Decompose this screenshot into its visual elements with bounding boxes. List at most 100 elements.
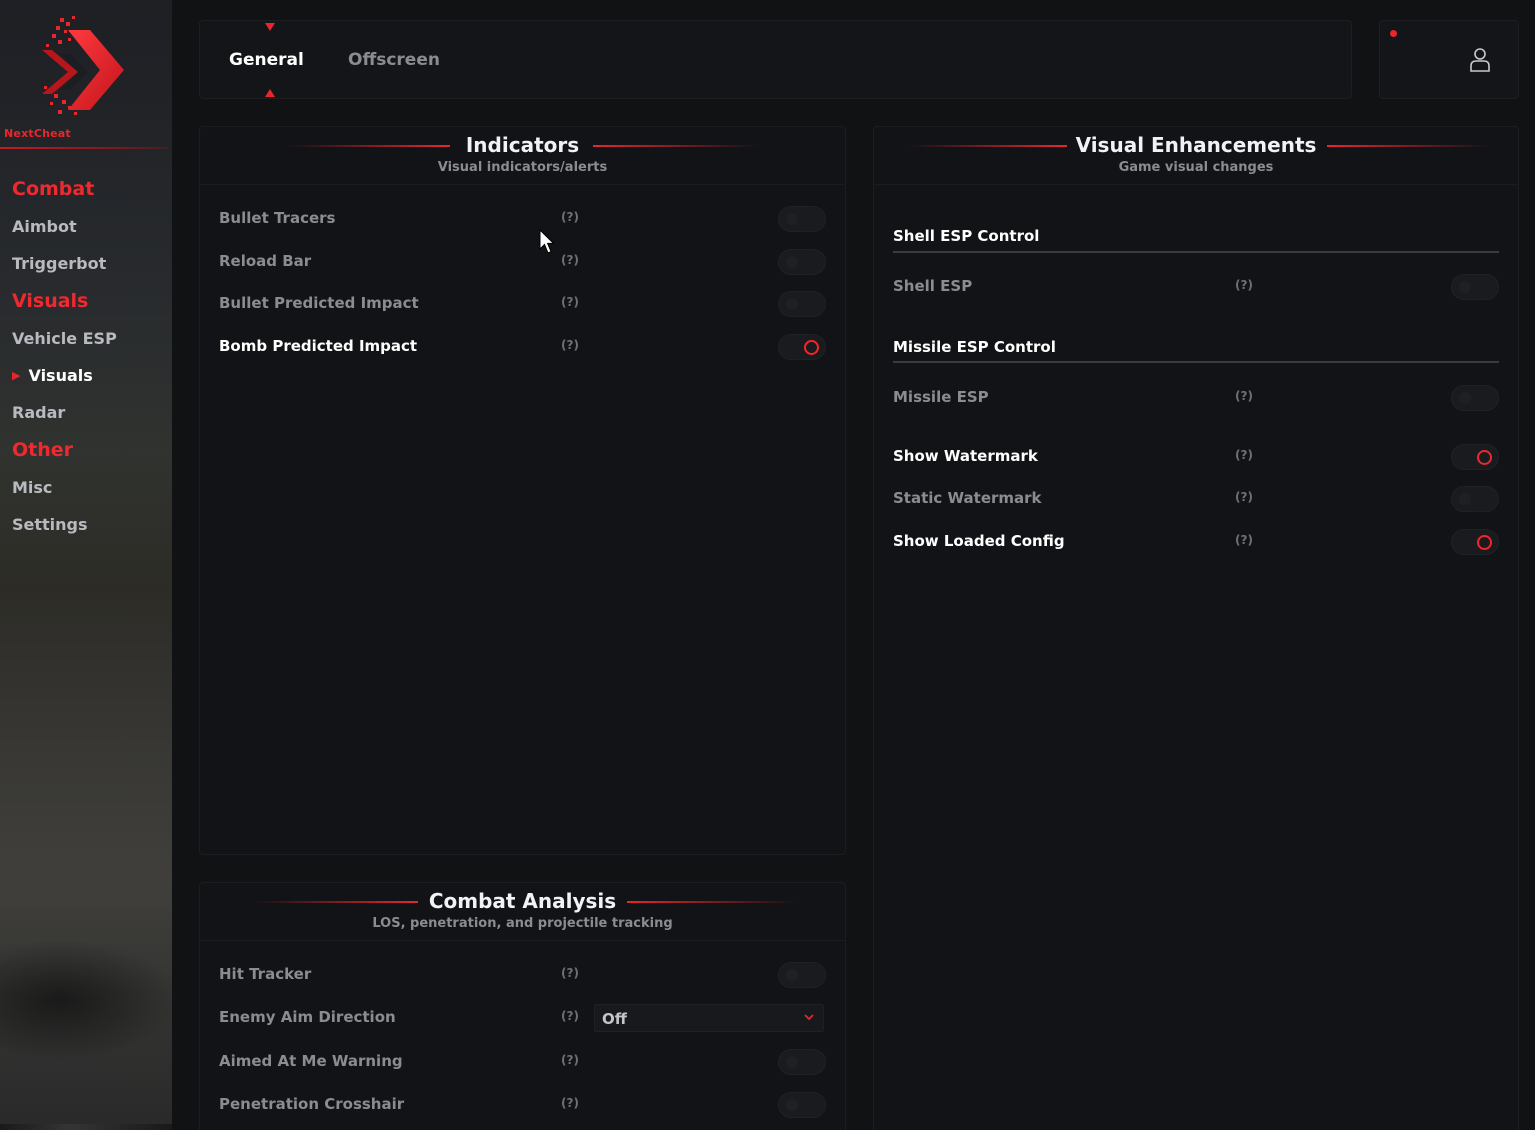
sidebar-item-label: Visuals — [28, 366, 93, 385]
reload-bar-toggle[interactable] — [778, 249, 826, 275]
setting-label: Missile ESP — [893, 388, 989, 406]
setting-row-show-watermark: Show Watermark (?) — [893, 442, 1499, 472]
visual-enhancements-header: Visual Enhancements Game visual changes — [874, 127, 1518, 185]
visual-enhancements-panel: Visual Enhancements Game visual changes … — [873, 126, 1519, 1130]
panel-subtitle: Game visual changes — [1118, 160, 1274, 175]
toggle-knob — [786, 213, 798, 225]
setting-row-enemy-aim-direction: Enemy Aim Direction (?) Off — [219, 1003, 826, 1033]
aimed-at-me-warning-toggle[interactable] — [778, 1049, 826, 1075]
sidebar-nav: Combat Aimbot Triggerbot Visuals Vehicle… — [0, 170, 172, 543]
setting-row-bullet-tracers: Bullet Tracers (?) — [219, 204, 826, 234]
toggle-knob — [786, 969, 798, 981]
setting-row-aimed-at-me-warning: Aimed At Me Warning (?) — [219, 1047, 826, 1077]
panel-title: Indicators — [465, 133, 580, 157]
user-icon[interactable] — [1469, 47, 1491, 73]
enemy-aim-direction-select[interactable]: Off — [594, 1004, 824, 1032]
help-icon[interactable]: (?) — [561, 1053, 579, 1067]
sidebar-item-vehicle-esp[interactable]: Vehicle ESP — [0, 320, 172, 357]
indicators-header: Indicators Visual indicators/alerts — [200, 127, 845, 185]
setting-row-static-watermark: Static Watermark (?) — [893, 484, 1499, 514]
setting-label: Static Watermark — [893, 489, 1042, 507]
setting-row-penetration-crosshair: Penetration Crosshair (?) — [219, 1090, 826, 1120]
setting-label: Enemy Aim Direction — [219, 1008, 396, 1026]
show-loaded-config-toggle[interactable] — [1451, 529, 1499, 555]
help-icon[interactable]: (?) — [561, 253, 579, 267]
logo-area: NextCheat — [0, 0, 172, 150]
help-icon[interactable]: (?) — [561, 1009, 579, 1023]
setting-label: Aimed At Me Warning — [219, 1052, 403, 1070]
setting-label: Reload Bar — [219, 252, 312, 270]
setting-label: Bomb Predicted Impact — [219, 337, 418, 355]
toggle-knob — [1459, 493, 1471, 505]
bullet-tracers-toggle[interactable] — [778, 206, 826, 232]
help-icon[interactable]: (?) — [561, 210, 579, 224]
sidebar-item-aimbot[interactable]: Aimbot — [0, 208, 172, 245]
setting-row-show-loaded-config: Show Loaded Config (?) — [893, 527, 1499, 557]
help-icon[interactable]: (?) — [561, 295, 579, 309]
penetration-crosshair-toggle[interactable] — [778, 1092, 826, 1118]
help-icon[interactable]: (?) — [1235, 278, 1253, 292]
shell-esp-toggle[interactable] — [1451, 274, 1499, 300]
toggle-knob — [1477, 535, 1492, 550]
toggle-knob — [786, 1099, 798, 1111]
active-arrow-icon: ▶ — [12, 369, 21, 382]
toggle-knob — [1477, 450, 1492, 465]
nav-group-visuals: Visuals — [12, 290, 89, 312]
help-icon[interactable]: (?) — [1235, 533, 1253, 547]
section-divider — [893, 251, 1499, 253]
setting-label: Hit Tracker — [219, 965, 312, 983]
toggle-knob — [1459, 281, 1471, 293]
section-title-missile-esp-control: Missile ESP Control — [893, 338, 1056, 356]
sidebar-item-misc[interactable]: Misc — [0, 469, 172, 506]
toggle-knob — [786, 1056, 798, 1068]
brand-divider — [0, 147, 168, 149]
toggle-knob — [1459, 392, 1471, 404]
tab-marker-bottom-icon — [265, 89, 275, 97]
tab-bar: General Offscreen — [199, 20, 1352, 99]
missile-esp-toggle[interactable] — [1451, 385, 1499, 411]
sidebar-item-settings[interactable]: Settings — [0, 506, 172, 543]
setting-label: Show Watermark — [893, 447, 1038, 465]
help-icon[interactable]: (?) — [1235, 490, 1253, 504]
toggle-knob — [786, 298, 798, 310]
sidebar-item-radar[interactable]: Radar — [0, 394, 172, 431]
toggle-knob — [804, 340, 819, 355]
static-watermark-toggle[interactable] — [1451, 486, 1499, 512]
sidebar-item-visuals[interactable]: ▶ Visuals — [0, 357, 172, 394]
setting-row-hit-tracker: Hit Tracker (?) — [219, 960, 826, 990]
indicators-panel: Indicators Visual indicators/alerts Bull… — [199, 126, 846, 855]
hit-tracker-toggle[interactable] — [778, 962, 826, 988]
bomb-predicted-impact-toggle[interactable] — [778, 334, 826, 360]
brand-name: NextCheat — [4, 127, 71, 140]
nav-group-other: Other — [12, 439, 74, 461]
setting-row-missile-esp: Missile ESP (?) — [893, 383, 1499, 413]
sidebar-item-triggerbot[interactable]: Triggerbot — [0, 245, 172, 282]
setting-label: Bullet Tracers — [219, 209, 336, 227]
setting-label: Penetration Crosshair — [219, 1095, 405, 1113]
bullet-predicted-impact-toggle[interactable] — [778, 291, 826, 317]
setting-label: Bullet Predicted Impact — [219, 294, 419, 312]
help-icon[interactable]: (?) — [561, 1096, 579, 1110]
section-title-shell-esp-control: Shell ESP Control — [893, 227, 1040, 245]
help-icon[interactable]: (?) — [561, 338, 579, 352]
setting-row-bullet-predicted-impact: Bullet Predicted Impact (?) — [219, 289, 826, 319]
show-watermark-toggle[interactable] — [1451, 444, 1499, 470]
panel-subtitle: LOS, penetration, and projectile trackin… — [372, 916, 673, 931]
nav-group-combat: Combat — [12, 178, 95, 200]
mouse-cursor-icon — [539, 229, 555, 254]
help-icon[interactable]: (?) — [1235, 389, 1253, 403]
setting-row-bomb-predicted-impact: Bomb Predicted Impact (?) — [219, 332, 826, 362]
help-icon[interactable]: (?) — [1235, 448, 1253, 462]
panel-title: Combat Analysis — [428, 889, 617, 913]
panel-title: Visual Enhancements — [1075, 133, 1317, 157]
tab-offscreen[interactable]: Offscreen — [348, 21, 440, 100]
sidebar: NextCheat Combat Aimbot Triggerbot Visua… — [0, 0, 172, 1130]
help-icon[interactable]: (?) — [561, 966, 579, 980]
panel-subtitle: Visual indicators/alerts — [437, 160, 608, 175]
setting-row-reload-bar: Reload Bar (?) — [219, 247, 826, 277]
setting-row-shell-esp: Shell ESP (?) — [893, 272, 1499, 302]
toggle-knob — [786, 256, 798, 268]
select-value: Off — [602, 1010, 627, 1028]
logo-icon — [42, 16, 124, 115]
combat-analysis-panel: Combat Analysis LOS, penetration, and pr… — [199, 882, 846, 1130]
